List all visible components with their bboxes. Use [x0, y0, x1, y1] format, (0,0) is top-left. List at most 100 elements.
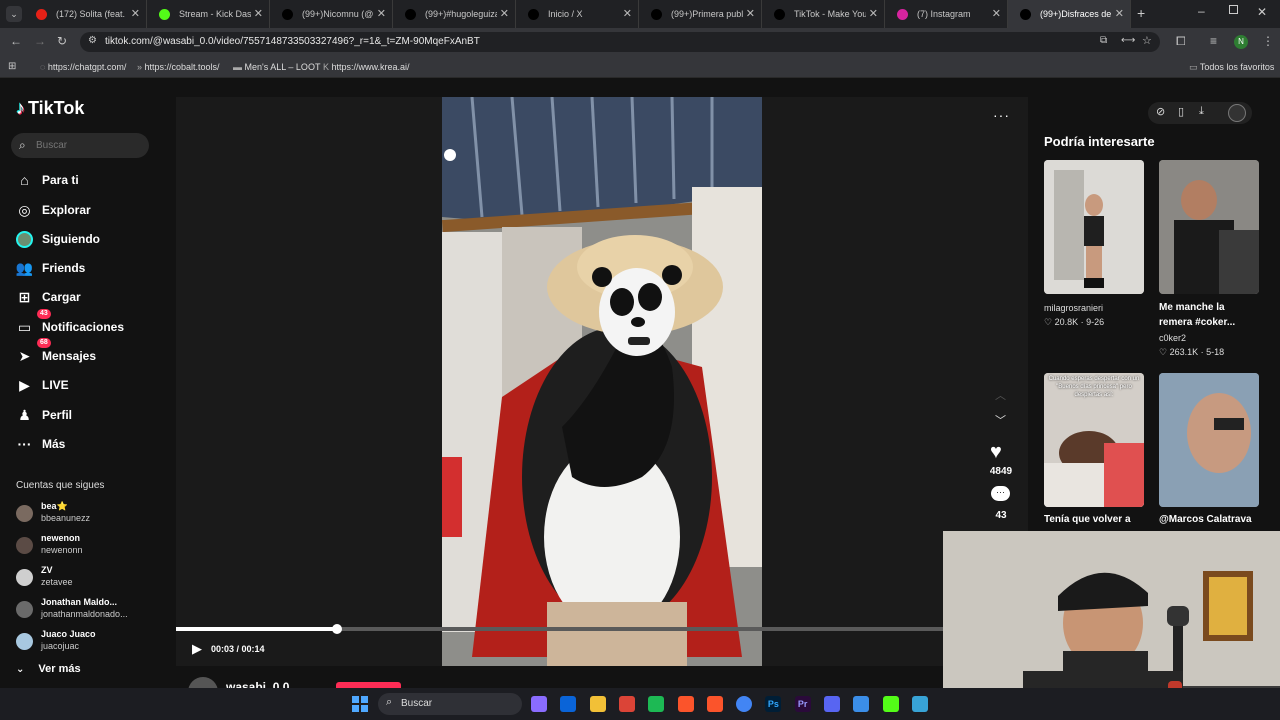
rec-title-4[interactable]: @Marcos Calatrava	[1159, 512, 1259, 527]
all-bookmarks[interactable]: ▭ Todos los favoritos	[1189, 62, 1274, 73]
rec-card-2[interactable]	[1159, 160, 1259, 294]
previous-video-icon[interactable]: ︿	[995, 387, 1006, 403]
browser-tab[interactable]: (99+)Disfraces de Ha✕	[1008, 0, 1131, 28]
sidebar-item-cargar[interactable]: ⊞ Cargar	[16, 285, 81, 309]
browser-tab[interactable]: Inicio / X ✕	[516, 0, 639, 28]
sidebar-item-para-ti[interactable]: ⌂ Para ti	[16, 168, 78, 192]
address-bar[interactable]: ⚙ tiktok.com/@wasabi_0.0/video/755714873…	[80, 32, 1160, 52]
tab-search-chevron-icon[interactable]: ⌄	[6, 6, 22, 22]
install-app-icon[interactable]: ⧉	[1100, 35, 1107, 46]
progress-thumb[interactable]	[332, 624, 343, 634]
photoshop-icon[interactable]: Ps	[765, 696, 782, 712]
apps-grid-icon[interactable]: ⊞	[8, 61, 16, 72]
browser-tab[interactable]: Stream - Kick Dashbo✕	[147, 0, 270, 28]
browser-tab[interactable]: (172) Solita (feat. Bad✕	[24, 0, 147, 28]
browser-tab[interactable]: TikTok - Make Your D✕	[762, 0, 885, 28]
minimize-button[interactable]: –	[1198, 4, 1205, 18]
copilot-icon[interactable]	[531, 696, 547, 712]
tab-close-icon[interactable]: ✕	[746, 7, 755, 20]
rec-card-4[interactable]	[1159, 373, 1259, 507]
sidebar-item-notificaciones[interactable]: ▭ 43 Notificaciones	[16, 309, 124, 339]
sidebar-item-explorar[interactable]: ◎ Explorar	[16, 198, 90, 222]
browser-tab[interactable]: (99+)#hugoleguiza6 ✕	[393, 0, 516, 28]
more-options-icon[interactable]: ···	[993, 107, 1010, 123]
tab-close-icon[interactable]: ✕	[131, 7, 140, 20]
next-video-icon[interactable]: ﹀	[995, 412, 1006, 428]
back-icon[interactable]: ←	[10, 34, 22, 48]
site-info-icon[interactable]: ⚙	[88, 35, 97, 46]
chrome-icon[interactable]	[736, 696, 753, 712]
tab-close-icon[interactable]: ✕	[869, 7, 878, 20]
tab-favicon-icon	[159, 9, 170, 20]
tab-close-icon[interactable]: ✕	[992, 7, 1001, 20]
sidebar-item-live[interactable]: ▶ LIVE	[16, 373, 69, 397]
sidebar-item-siguiendo[interactable]: Siguiendo	[16, 227, 100, 251]
premiere-icon[interactable]: Pr	[794, 696, 811, 712]
forward-icon[interactable]: →	[34, 34, 46, 48]
photos-icon[interactable]	[911, 696, 928, 712]
heart-icon: ♡	[1044, 317, 1055, 327]
tab-close-icon[interactable]: ✕	[1115, 7, 1124, 20]
sidebar-item-friends[interactable]: 👥 Friends	[16, 256, 86, 280]
tiktok-logo[interactable]: ♪ TikTok	[16, 98, 84, 119]
tab-title: Stream - Kick Dashbo	[179, 9, 251, 19]
browser-menu-icon[interactable]: ⋮	[1262, 34, 1274, 48]
tab-close-icon[interactable]: ✕	[377, 7, 386, 20]
rec-card-3[interactable]: Cuando esperas despertar con un "Buenos …	[1044, 373, 1144, 507]
new-tab-button[interactable]: +	[1137, 5, 1145, 21]
following-avatar-icon	[16, 230, 33, 248]
windows-start-icon[interactable]	[352, 696, 368, 712]
translate-icon[interactable]: ⟷	[1121, 35, 1135, 46]
like-count: 4849	[989, 466, 1013, 477]
reading-list-icon[interactable]: ≡	[1210, 34, 1217, 48]
rec-author-2[interactable]: c0ker2	[1159, 333, 1186, 343]
browser-tab[interactable]: (7) Instagram ✕	[885, 0, 1008, 28]
sidebar-item-mensajes[interactable]: ➤ 68 Mensajes	[16, 338, 96, 368]
tab-close-icon[interactable]: ✕	[254, 7, 263, 20]
play-button[interactable]: ▶	[192, 641, 202, 657]
reload-icon[interactable]: ↻	[57, 34, 67, 48]
search-input[interactable]	[36, 138, 141, 153]
phone-icon[interactable]: ▯	[1178, 105, 1184, 118]
profile-avatar[interactable]: N	[1234, 35, 1248, 49]
bookmark-krea[interactable]: K https://www.krea.ai/	[323, 62, 410, 72]
autoscroll-icon[interactable]: ⊘	[1156, 105, 1165, 118]
browser-tab[interactable]: (99+)Primera publica✕	[639, 0, 762, 28]
video-frame[interactable]	[442, 97, 762, 666]
brave-icon[interactable]	[706, 696, 723, 712]
browser-tab[interactable]: (99+)Nicomnu (@nic✕	[270, 0, 393, 28]
tab-close-icon[interactable]: ✕	[623, 7, 632, 20]
bookmark-chatgpt[interactable]: ◌ https://chatgpt.com/	[40, 62, 126, 72]
discord-icon[interactable]	[824, 696, 840, 712]
maximize-button[interactable]	[1229, 5, 1238, 14]
sidebar-item-m-s[interactable]: ··· Más	[16, 432, 66, 456]
bookmark-loot[interactable]: ▬ Men's ALL – LOOT	[233, 62, 320, 72]
close-window-button[interactable]: ✕	[1257, 5, 1267, 19]
download-icon[interactable]: ⤓	[1199, 105, 1204, 118]
bookmark-cobalt[interactable]: » https://cobalt.tools/	[137, 62, 220, 72]
spotify-icon[interactable]	[648, 696, 665, 712]
search-box[interactable]: ⌕	[11, 133, 149, 158]
file-explorer-icon[interactable]	[589, 696, 606, 712]
user-avatar-icon[interactable]	[1228, 104, 1246, 122]
rec-title-3[interactable]: Tenía que volver a	[1044, 512, 1144, 527]
rec-card-1[interactable]	[1044, 160, 1144, 294]
like-icon[interactable]: ♥	[990, 441, 1002, 464]
rec-author-1[interactable]: milagrosranieri	[1044, 303, 1103, 313]
sidebar-item-perfil[interactable]: ♟ Perfil	[16, 403, 72, 427]
snipping-icon[interactable]	[853, 696, 870, 712]
bookmark-star-icon[interactable]: ☆	[1142, 34, 1152, 47]
see-more-button[interactable]: ⌄ Ver más	[16, 663, 81, 675]
kick-icon[interactable]	[882, 696, 899, 712]
sidebar-item-label: Cargar	[42, 290, 81, 304]
extensions-icon[interactable]: ⧠	[1176, 34, 1186, 49]
avatar	[16, 569, 33, 586]
chrome-alt-icon[interactable]	[618, 696, 635, 712]
comment-icon[interactable]: ···	[991, 486, 1010, 501]
rec-thumbnail-4	[1159, 373, 1259, 507]
outlook-icon[interactable]	[560, 696, 577, 712]
taskbar-search[interactable]: ⌕ Buscar	[378, 693, 522, 715]
tab-close-icon[interactable]: ✕	[500, 7, 509, 20]
brave-alt-icon[interactable]	[677, 696, 694, 712]
rec-title-2[interactable]: Me manche la remera #coker...	[1159, 300, 1259, 330]
